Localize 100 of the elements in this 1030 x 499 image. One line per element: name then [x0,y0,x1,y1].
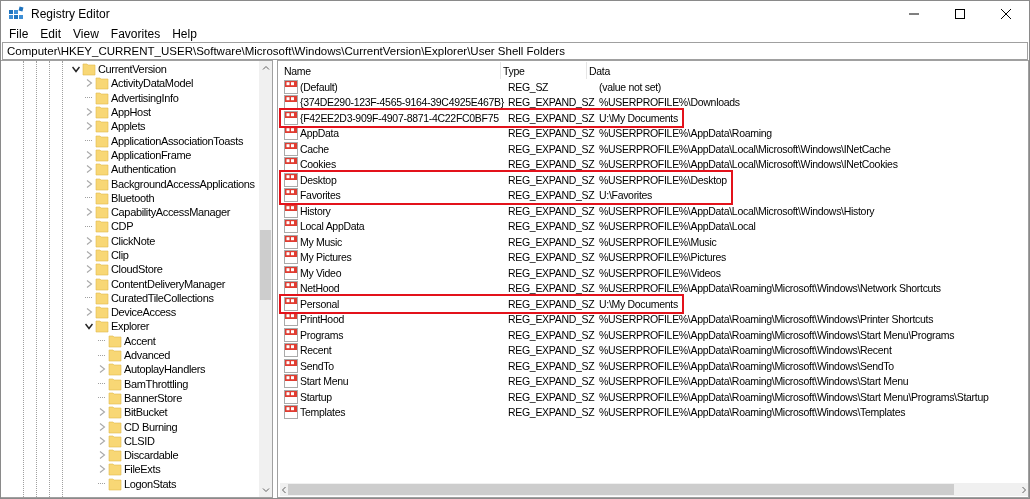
right-chevron-icon[interactable] [85,208,93,217]
down-chevron-icon[interactable] [85,322,93,331]
scroll-up-icon[interactable] [261,64,270,72]
value-data: (value not set) [598,80,662,93]
tree-item[interactable]: Explorer [111,320,152,333]
menu-item[interactable]: Favorites [104,27,167,41]
right-chevron-icon[interactable] [98,465,106,474]
tree-item[interactable]: CuratedTileCollections [111,291,216,304]
folder-icon [108,348,122,363]
menu-item[interactable]: View [67,27,105,41]
value-type: REG_EXPAND_SZ [507,111,594,124]
tree-item[interactable]: AdvertisingInfo [111,91,181,104]
right-chevron-icon[interactable] [85,150,93,159]
value-name[interactable]: Templates [300,406,346,419]
scroll-down-icon[interactable] [261,486,270,494]
tree-item[interactable]: BannerStore [124,391,184,404]
column-header[interactable]: Data [587,62,610,79]
value-name[interactable]: My Video [300,266,342,279]
right-chevron-icon[interactable] [98,436,106,445]
value-name[interactable]: NetHood [300,282,340,295]
menu-item[interactable]: Help [166,27,203,41]
tree-item[interactable]: CurrentVersion [98,63,169,76]
tree-item[interactable]: ContentDeliveryManager [111,277,227,290]
tree-item[interactable]: FileExts [124,463,163,476]
right-chevron-icon[interactable] [85,165,93,174]
menu-item[interactable]: Edit [34,27,68,41]
value-name[interactable]: AppData [300,127,339,140]
tree-item[interactable]: Accent [124,334,158,347]
value-name[interactable]: {374DE290-123F-4565-9164-39C4925E467B} [300,96,505,109]
value-name[interactable]: History [300,204,331,217]
right-chevron-icon[interactable] [85,265,93,274]
address-bar[interactable]: Computer\HKEY_CURRENT_USER\Software\Microsoft\Windows\CurrentVersion\Explorer\User Shell Folders [2,42,1028,60]
tree-item[interactable]: ApplicationAssociationToasts [111,134,246,147]
value-name[interactable]: My Music [300,235,342,248]
folder-icon [108,419,122,434]
value-name[interactable]: Recent [300,344,332,357]
scroll-left-icon[interactable] [280,485,288,494]
column-header[interactable]: Name [282,62,501,79]
tree-item[interactable]: Authentication [111,163,178,176]
right-chevron-icon[interactable] [98,365,106,374]
tree-item[interactable]: DeviceAccess [111,306,178,319]
value-name[interactable]: {F42EE2D3-909F-4907-8871-4C22FC0BF75 [300,111,499,124]
value-name[interactable]: PrintHood [300,313,344,326]
value-name[interactable]: Personal [300,297,340,310]
scroll-thumb[interactable] [260,230,271,300]
value-data: %USERPROFILE%\Downloads [598,96,740,109]
tree-item[interactable]: Discardable [124,449,181,462]
value-data: %USERPROFILE%\AppData\Roaming\Microsoft\Windows\Recent [598,344,892,357]
tree-item[interactable]: LogonStats [124,477,179,490]
value-name[interactable]: SendTo [300,359,334,372]
right-chevron-icon[interactable] [85,122,93,131]
tree-item[interactable]: AutoplayHandlers [124,363,208,376]
value-data: %USERPROFILE%\AppData\Roaming\Microsoft\Windows\Start Menu\Programs\Startup [598,390,989,403]
tree-item[interactable]: ClickNote [111,234,157,247]
value-name[interactable]: Favorites [300,189,341,202]
tree-item[interactable]: ActivityDataModel [111,77,196,90]
right-chevron-icon[interactable] [85,108,93,117]
value-name[interactable]: Desktop [300,173,337,186]
tree-item[interactable]: ApplicationFrame [111,148,193,161]
right-chevron-icon[interactable] [85,308,93,317]
value-name[interactable]: Local AppData [300,220,365,233]
value-name[interactable]: My Pictures [300,251,352,264]
tree-item[interactable]: BackgroundAccessApplications [111,177,257,190]
tree-item[interactable]: CLSID [124,434,157,447]
right-chevron-icon[interactable] [85,79,93,88]
tree-item[interactable]: Advanced [124,349,173,362]
right-chevron-icon[interactable] [85,236,93,245]
tree-item[interactable]: CDP [111,220,136,233]
folder-icon [95,133,109,148]
horizontal-scrollbar[interactable] [280,483,1028,496]
value-name[interactable]: (Default) [300,80,338,93]
value-name[interactable]: Start Menu [300,375,349,388]
right-chevron-icon[interactable] [98,408,106,417]
value-name[interactable]: Programs [300,328,344,341]
tree-item[interactable]: Clip [111,249,131,261]
down-chevron-icon[interactable] [72,65,80,74]
value-name[interactable]: Cookies [300,158,336,171]
tree-item[interactable]: AppHost [111,106,153,119]
scroll-thumb[interactable] [288,484,955,495]
folder-icon [95,219,109,234]
tree-item[interactable]: BitBucket [124,406,170,419]
right-chevron-icon[interactable] [98,451,106,460]
column-header[interactable]: Type [501,62,587,79]
right-chevron-icon[interactable] [85,179,93,188]
tree-item[interactable]: BamThrottling [124,377,190,390]
close-icon [1001,8,1011,19]
menu-item[interactable]: File [3,27,35,41]
tree-item[interactable]: Applets [111,120,148,133]
vertical-scrollbar[interactable] [259,61,272,497]
scroll-right-icon[interactable] [1020,485,1028,494]
tree-item[interactable]: Bluetooth [111,191,157,204]
right-chevron-icon[interactable] [85,279,93,288]
right-chevron-icon[interactable] [98,422,106,431]
tree-item[interactable]: CloudStore [111,263,165,276]
value-name[interactable]: Cache [300,142,329,155]
tree-item[interactable]: CapabilityAccessManager [111,206,233,219]
value-name[interactable]: Startup [300,390,332,403]
tree-item[interactable]: CD Burning [124,420,180,433]
right-chevron-icon[interactable] [85,251,93,259]
folder-icon [95,176,109,191]
